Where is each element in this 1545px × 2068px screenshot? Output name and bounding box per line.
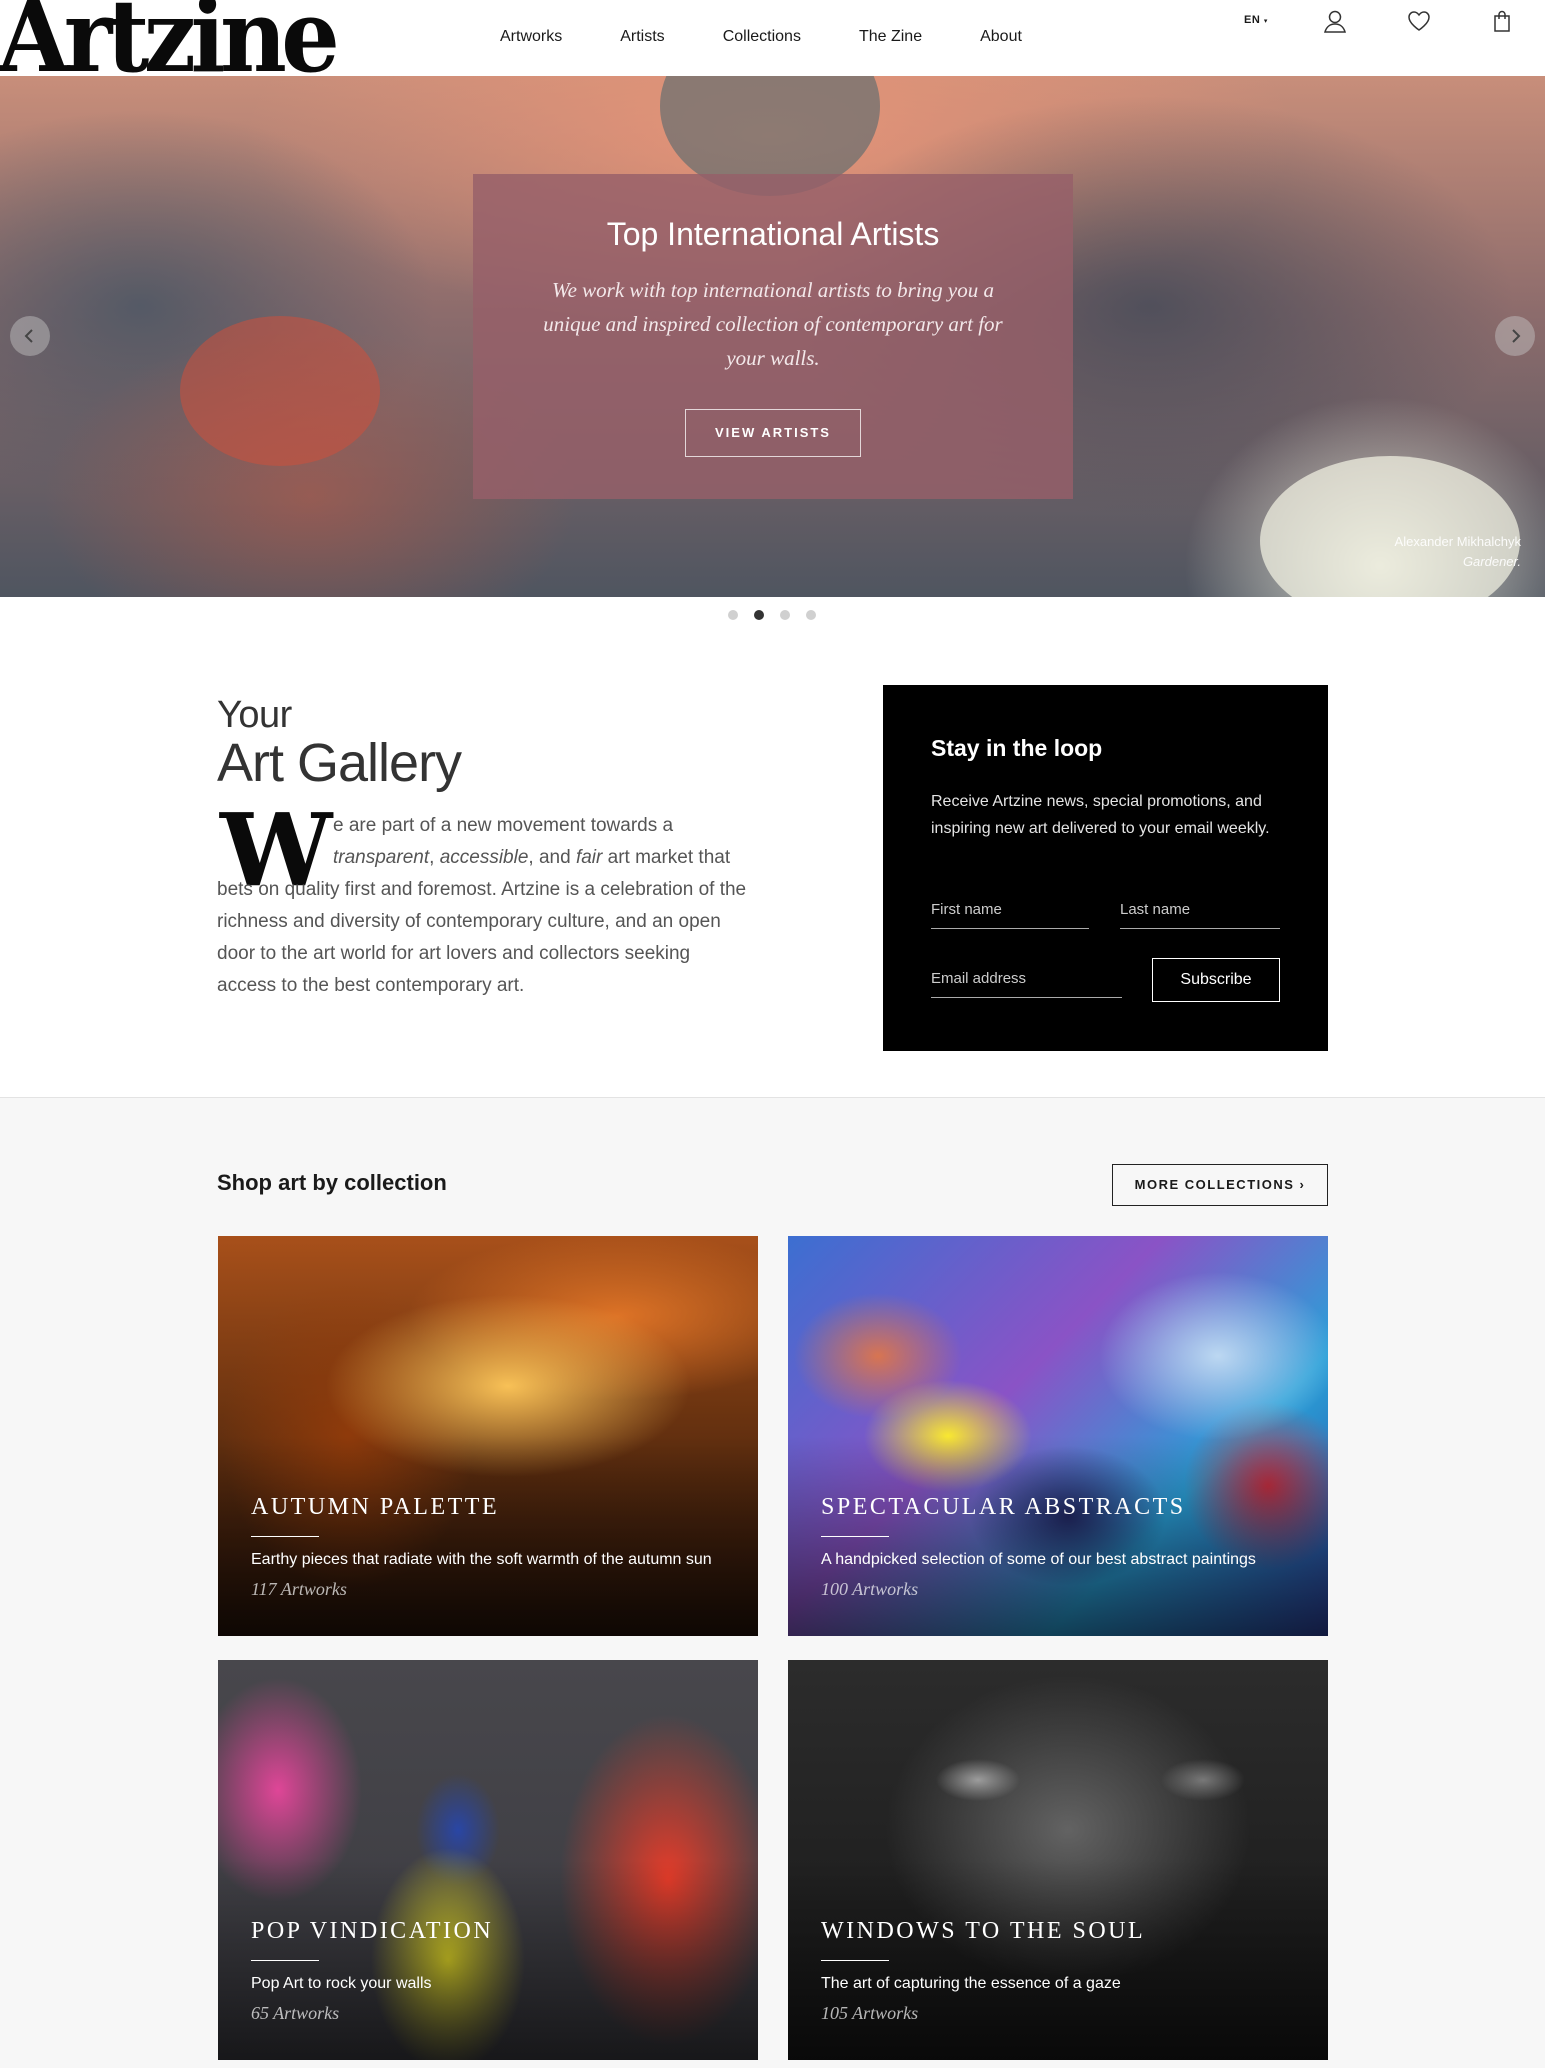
card-title: AUTUMN PALETTE <box>251 1494 500 1520</box>
intro-text-rest: art market that bets on quality first an… <box>217 847 747 996</box>
newsletter-title: Stay in the loop <box>931 735 1103 761</box>
language-label: EN <box>1244 14 1261 26</box>
next-slide-button[interactable] <box>1495 316 1535 356</box>
artwork-caption: Alexander Mikhalchyk Gardener. <box>1395 532 1521 572</box>
caption-title: Gardener. <box>1462 554 1521 569</box>
more-collections-button[interactable]: MORE COLLECTIONS › <box>1112 1164 1328 1206</box>
subscribe-button[interactable]: Subscribe <box>1152 958 1280 1002</box>
slider-dot-2[interactable] <box>754 610 764 620</box>
card-divider <box>251 1960 319 1961</box>
nav-collections[interactable]: Collections <box>723 28 801 46</box>
last-name-field[interactable]: Last name <box>1120 895 1280 929</box>
newsletter-box: Stay in the loop Receive Artzine news, s… <box>883 685 1328 1051</box>
slider-dot-4[interactable] <box>806 610 816 620</box>
slider-dot-3[interactable] <box>780 610 790 620</box>
nav-the-zine[interactable]: The Zine <box>859 28 922 46</box>
main-nav: Artworks Artists Collections The Zine Ab… <box>500 28 1080 46</box>
user-icon[interactable] <box>1322 8 1348 34</box>
prev-slide-button[interactable] <box>10 316 50 356</box>
slider-dots <box>728 610 832 620</box>
card-description: The art of capturing the essence of a ga… <box>821 1975 1121 1992</box>
hero-panel: Top International Artists We work with t… <box>473 174 1073 499</box>
collection-card-windows-to-the-soul[interactable]: WINDOWS TO THE SOUL The art of capturing… <box>788 1660 1328 2060</box>
hero-artwork-flower <box>180 316 380 466</box>
caption-artist: Alexander Mikhalchyk <box>1394 534 1521 549</box>
collection-card-spectacular-abstracts[interactable]: SPECTACULAR ABSTRACTS A handpicked selec… <box>788 1236 1328 1636</box>
nav-about[interactable]: About <box>980 28 1022 46</box>
chevron-left-icon <box>24 329 33 343</box>
newsletter-text: Receive Artzine news, special promotions… <box>931 793 1270 837</box>
card-title: WINDOWS TO THE SOUL <box>821 1918 1146 1944</box>
intro-title: Art Gallery <box>217 733 462 793</box>
hero-slider: Top International Artists We work with t… <box>0 76 1545 597</box>
slider-dot-1[interactable] <box>728 610 738 620</box>
intro-em-accessible: accessible <box>439 847 529 868</box>
collection-card-autumn-palette[interactable]: AUTUMN PALETTE Earthy pieces that radiat… <box>218 1236 758 1636</box>
card-description: Pop Art to rock your walls <box>251 1975 432 1992</box>
view-artists-button[interactable]: VIEW ARTISTS <box>685 409 861 457</box>
card-divider <box>821 1536 889 1537</box>
intro-subtitle: Your <box>217 694 292 736</box>
card-count: 100 Artworks <box>821 1579 919 1599</box>
card-count: 65 Artworks <box>251 2003 340 2023</box>
card-count: 105 Artworks <box>821 2003 919 2023</box>
collections-section: Shop art by collection MORE COLLECTIONS … <box>0 1097 1545 2068</box>
card-description: Earthy pieces that radiate with the soft… <box>251 1551 712 1568</box>
caret-down-icon: ▾ <box>1263 18 1268 25</box>
heart-icon[interactable] <box>1406 8 1432 34</box>
intro-em-transparent: transparent <box>333 847 430 868</box>
card-count: 117 Artworks <box>251 1579 347 1599</box>
intro-paragraph: e are part of a new movement towards a tr… <box>217 810 747 1002</box>
intro-sep-2: , and <box>528 847 576 868</box>
language-selector[interactable]: EN ▾ <box>1244 14 1268 26</box>
site-header: Artzine Artworks Artists Collections The… <box>0 0 1545 86</box>
nav-artworks[interactable]: Artworks <box>500 28 562 46</box>
hero-text: We work with top international artists t… <box>543 278 1003 370</box>
intro-line-first: e are part of a new movement towards a <box>333 815 674 836</box>
shopping-bag-icon[interactable] <box>1489 8 1515 34</box>
card-description: A handpicked selection of some of our be… <box>821 1551 1256 1568</box>
nav-artists[interactable]: Artists <box>620 28 664 46</box>
first-name-field[interactable]: First name <box>931 895 1089 929</box>
collection-card-pop-vindication[interactable]: POP VINDICATION Pop Art to rock your wal… <box>218 1660 758 2060</box>
intro-em-fair: fair <box>575 847 603 868</box>
intro-sep-1: , <box>429 847 440 868</box>
card-title: SPECTACULAR ABSTRACTS <box>821 1494 1186 1520</box>
hero-title: Top International Artists <box>606 216 940 252</box>
email-field[interactable]: Email address <box>931 964 1122 998</box>
chevron-right-icon <box>1512 329 1521 343</box>
card-divider <box>251 1536 319 1537</box>
card-title: POP VINDICATION <box>251 1918 494 1944</box>
card-divider <box>821 1960 889 1961</box>
hero-artwork-roses <box>1260 456 1520 597</box>
artzine-logo[interactable]: Artzine <box>0 0 340 86</box>
collections-heading: Shop art by collection <box>217 1170 447 1195</box>
